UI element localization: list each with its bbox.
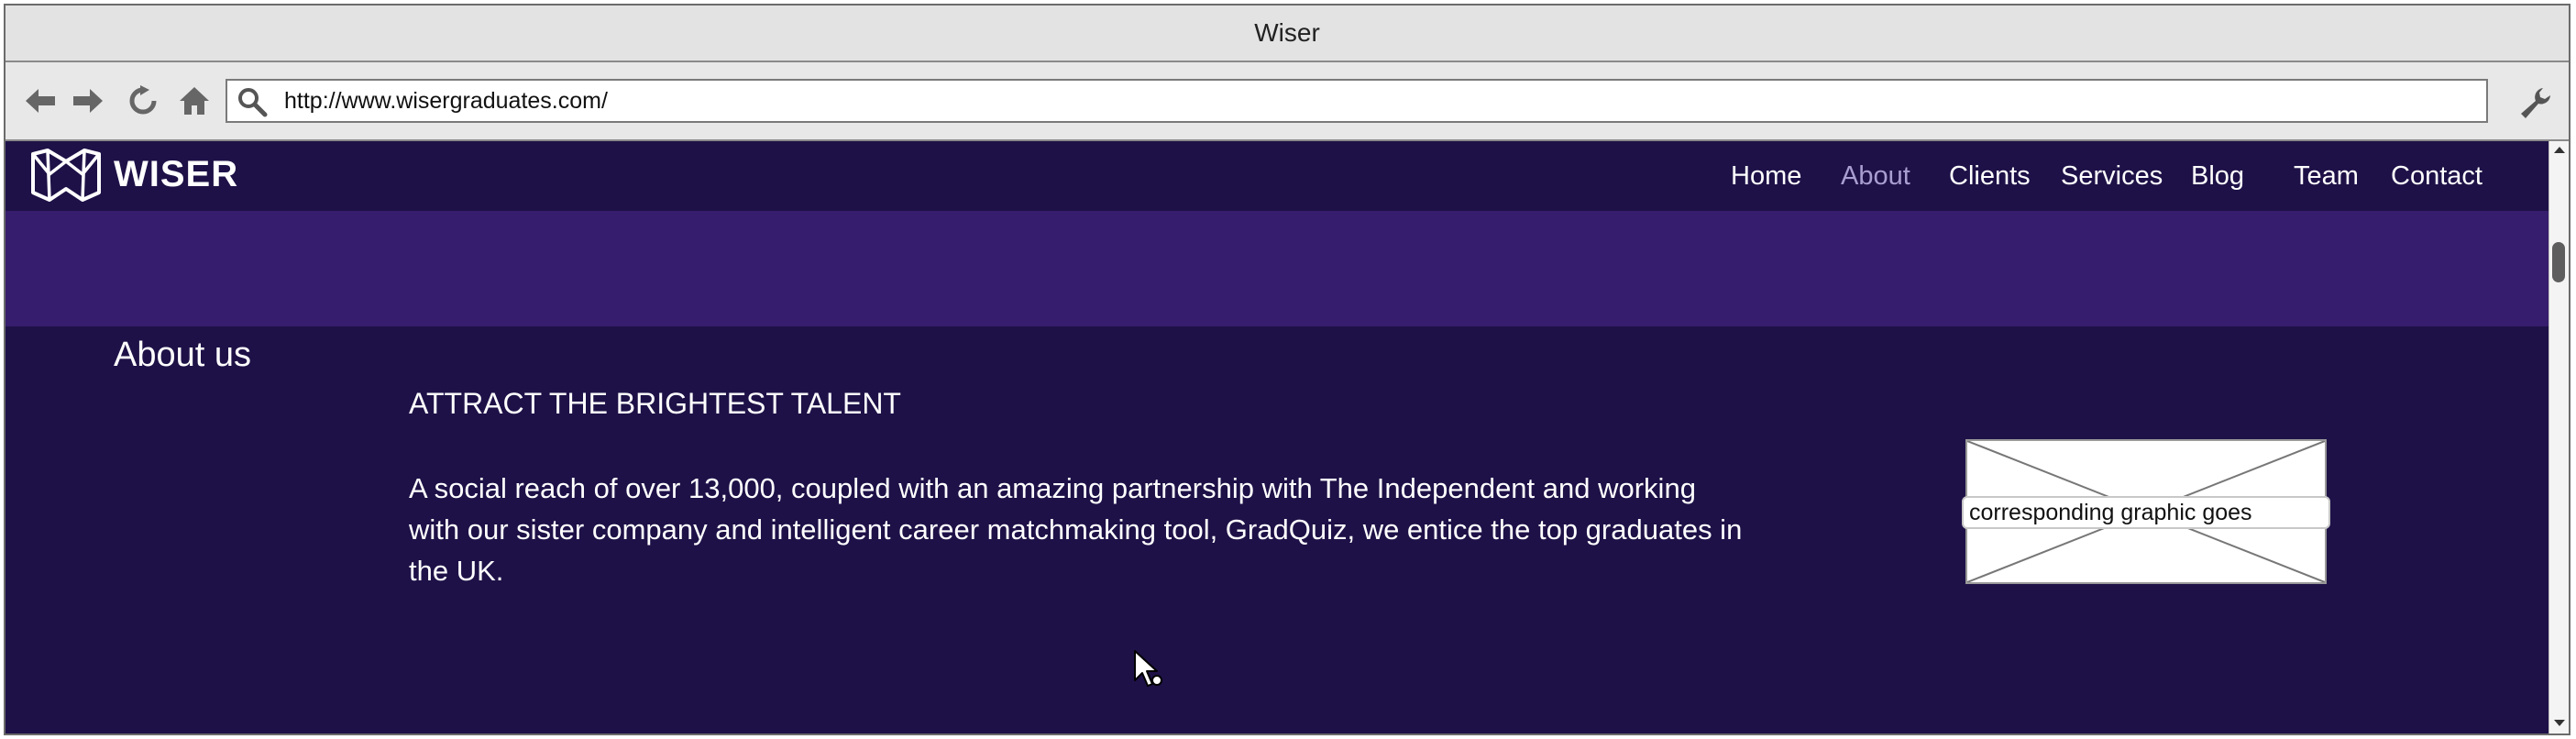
hero-banner: [6, 211, 2548, 326]
address-bar[interactable]: [226, 79, 2488, 123]
site-navbar: WISER Home About Clients Services Blog T…: [6, 141, 2548, 211]
home-icon[interactable]: [176, 83, 213, 119]
url-input[interactable]: [284, 84, 2466, 117]
reload-icon[interactable]: [125, 83, 161, 119]
window-title: Wiser: [1254, 18, 1320, 47]
image-placeholder: corresponding graphic goes: [1962, 439, 2330, 584]
forward-arrow-icon[interactable]: [70, 83, 106, 119]
title-bar: Wiser: [6, 6, 2569, 62]
brand-name[interactable]: WISER: [114, 154, 238, 195]
nav-about[interactable]: About: [1841, 161, 1910, 192]
vertical-scrollbar[interactable]: [2548, 141, 2569, 733]
body-paragraph: A social reach of over 13,000, coupled w…: [409, 472, 1743, 587]
browser-window: Wiser WISER Home Abou: [4, 4, 2570, 735]
scrollbar-thumb[interactable]: [2552, 242, 2565, 282]
placeholder-caption: corresponding graphic goes: [1962, 496, 2330, 529]
nav-clients[interactable]: Clients: [1949, 161, 2031, 192]
mouse-cursor-icon: [1134, 650, 1162, 687]
page-viewport: WISER Home About Clients Services Blog T…: [6, 141, 2548, 733]
nav-team[interactable]: Team: [2294, 161, 2359, 192]
section-title: About us: [114, 336, 251, 374]
nav-blog[interactable]: Blog: [2191, 161, 2244, 192]
scroll-down-icon[interactable]: [2553, 719, 2566, 728]
headline: ATTRACT THE BRIGHTEST TALENT: [409, 387, 901, 420]
wiser-logo-icon[interactable]: [29, 147, 103, 204]
nav-contact[interactable]: Contact: [2391, 161, 2482, 192]
scroll-up-icon[interactable]: [2553, 145, 2566, 154]
back-arrow-icon[interactable]: [22, 83, 59, 119]
browser-toolbar: [6, 62, 2569, 141]
nav-home[interactable]: Home: [1731, 161, 1801, 192]
nav-services[interactable]: Services: [2061, 161, 2163, 192]
wrench-icon[interactable]: [2517, 84, 2554, 121]
search-icon: [238, 88, 268, 117]
